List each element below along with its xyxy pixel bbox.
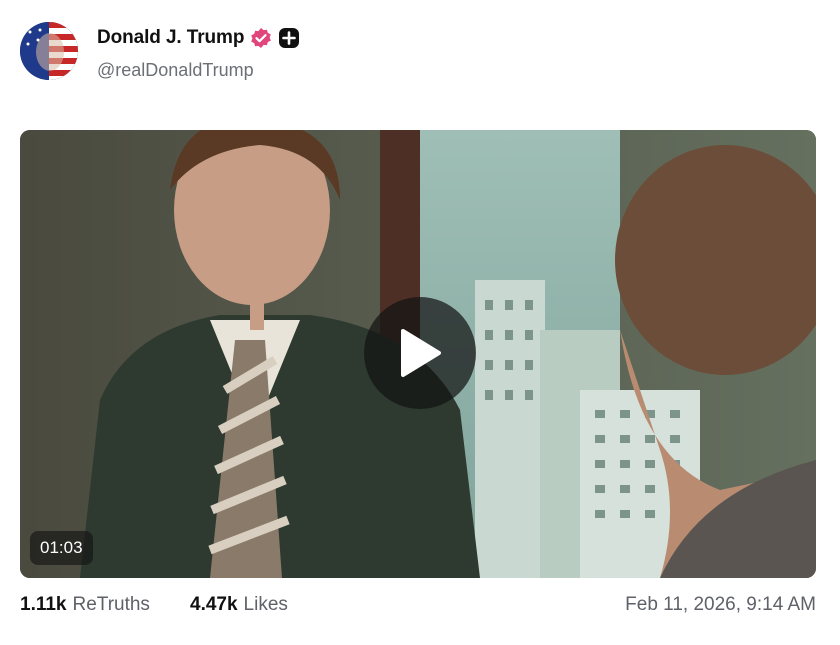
user-handle[interactable]: @realDonaldTrump xyxy=(97,60,254,81)
likes-stat[interactable]: 4.47k Likes xyxy=(190,594,288,616)
retruths-label: ReTruths xyxy=(72,594,150,615)
post-stats: 1.11k ReTruths 4.47k Likes Feb 11, 2026,… xyxy=(20,594,816,620)
plus-badge-icon xyxy=(278,27,300,49)
retruths-stat[interactable]: 1.11k ReTruths xyxy=(20,594,150,616)
flag-portrait-avatar xyxy=(20,22,78,80)
display-name[interactable]: Donald J. Trump xyxy=(97,27,244,49)
play-button[interactable] xyxy=(364,297,476,409)
avatar[interactable] xyxy=(20,22,78,80)
retruths-count: 1.11k xyxy=(20,594,67,615)
likes-count: 4.47k xyxy=(190,594,238,615)
video-player[interactable]: 01:03 xyxy=(20,130,816,578)
verified-badge-icon xyxy=(250,27,272,49)
play-icon xyxy=(401,329,441,377)
video-duration: 01:03 xyxy=(30,531,93,565)
name-row: Donald J. Trump xyxy=(97,27,300,49)
post-header: Donald J. Trump @realDonaldTrump xyxy=(20,22,820,84)
post-timestamp[interactable]: Feb 11, 2026, 9:14 AM xyxy=(625,594,816,616)
likes-label: Likes xyxy=(243,594,288,615)
